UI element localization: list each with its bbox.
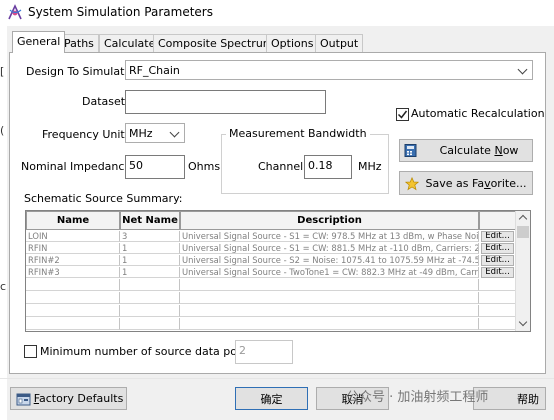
- edit-button[interactable]: Edit...: [481, 243, 514, 254]
- save-as-favorite-label: Save as Favorite...: [425, 176, 527, 190]
- edit-button[interactable]: Edit...: [481, 231, 514, 242]
- freq-units-value: MHz: [129, 127, 153, 140]
- column-header-net-name[interactable]: Net Name: [120, 211, 180, 230]
- design-select[interactable]: RF_Chain: [125, 60, 533, 80]
- window-title: System Simulation Parameters: [28, 5, 213, 19]
- impedance-label: Nominal Impedance:: [21, 160, 135, 173]
- cell-name: RFIN#2: [26, 255, 120, 266]
- dialog-window: System Simulation Parameters [ ( c Gener…: [0, 0, 554, 420]
- edge-glyph: (: [0, 124, 5, 137]
- tab-output[interactable]: Output: [315, 34, 364, 52]
- empty-cell: [180, 279, 479, 291]
- empty-cell: [120, 305, 180, 317]
- empty-cell: [120, 292, 180, 304]
- tab-calculate[interactable]: Calculate: [99, 34, 161, 52]
- empty-cell: [120, 279, 180, 291]
- empty-cell: [479, 292, 516, 304]
- empty-cell: [26, 318, 120, 330]
- channel-label: Channel:: [258, 160, 307, 173]
- save-as-favorite-button[interactable]: Save as Favorite...: [399, 171, 533, 195]
- min-points-input[interactable]: 2: [235, 340, 293, 364]
- table-row[interactable]: RFIN 1 Universal Signal Source - S1 = CW…: [26, 243, 514, 254]
- calculate-now-button[interactable]: Calculate Now: [399, 139, 533, 162]
- empty-table-row: [26, 292, 516, 304]
- table-row[interactable]: LOIN 3 Universal Signal Source - S1 = CW…: [26, 231, 514, 242]
- empty-cell: [479, 279, 516, 291]
- freq-units-select[interactable]: MHz: [125, 123, 185, 143]
- scrollbar-thumb[interactable]: [517, 226, 529, 238]
- empty-cell: [479, 318, 516, 330]
- table-header: Name Net Name Description: [26, 211, 516, 230]
- column-header-name[interactable]: Name: [26, 211, 120, 230]
- empty-cell: [180, 318, 479, 330]
- dataset-input[interactable]: [125, 90, 326, 114]
- cell-net-name: 1: [120, 267, 180, 278]
- empty-cell: [180, 292, 479, 304]
- table-row[interactable]: RFIN#2 1 Universal Signal Source - S2 = …: [26, 255, 514, 266]
- cell-net-name: 3: [120, 231, 180, 242]
- tab-general[interactable]: General: [12, 31, 66, 53]
- empty-cell: [26, 292, 120, 304]
- factory-defaults-button[interactable]: Factory Defaults: [10, 387, 127, 410]
- table-vertical-scrollbar[interactable]: [515, 211, 530, 331]
- source-summary-label: Schematic Source Summary:: [24, 192, 183, 205]
- dataset-label: Dataset:: [82, 95, 129, 108]
- source-summary-table: Name Net Name Description LOIN 3 Univers…: [25, 210, 531, 332]
- channel-input[interactable]: 0.18: [304, 155, 352, 179]
- tab-composite-spectrum[interactable]: Composite Spectrum: [153, 34, 279, 52]
- tab-options[interactable]: Options: [266, 34, 319, 52]
- empty-cell: [479, 305, 516, 317]
- footer-divider: [0, 378, 554, 379]
- cell-name: RFIN#3: [26, 267, 120, 278]
- design-label: Design To Simulate:: [26, 65, 135, 78]
- watermark-text: 公众号 · 加油射频工程师: [346, 390, 489, 405]
- cell-description: Universal Signal Source - S2 = Noise: 10…: [180, 255, 479, 266]
- ok-button[interactable]: 确定: [235, 387, 308, 410]
- freq-units-label: Frequency Units:: [42, 128, 135, 141]
- cell-name: RFIN: [26, 243, 120, 254]
- measurement-bandwidth-title: Measurement Bandwidth: [226, 127, 370, 140]
- cell-description: Universal Signal Source - S1 = CW: 881.5…: [180, 243, 479, 254]
- cell-description: Universal Signal Source - TwoTone1 = CW:…: [180, 267, 479, 278]
- calculator-icon: [404, 144, 417, 157]
- chevron-down-icon: [169, 127, 180, 138]
- column-header-description[interactable]: Description: [180, 211, 479, 230]
- edit-button[interactable]: Edit...: [481, 267, 514, 278]
- empty-table-row: [26, 305, 516, 317]
- factory-icon: [16, 393, 31, 406]
- impedance-unit: Ohms: [188, 160, 221, 173]
- app-logo-icon: [8, 4, 22, 20]
- cell-name: LOIN: [26, 231, 120, 242]
- empty-cell: [26, 279, 120, 291]
- background-window-edge: [ ( c: [0, 26, 7, 420]
- calculate-now-label: Calculate Now: [439, 144, 519, 157]
- cell-net-name: 1: [120, 243, 180, 254]
- table-row[interactable]: RFIN#3 1 Universal Signal Source - TwoTo…: [26, 267, 514, 278]
- empty-cell: [26, 305, 120, 317]
- chevron-up-icon[interactable]: [518, 214, 528, 224]
- empty-table-row: [26, 318, 516, 330]
- column-header-edit: [479, 211, 516, 230]
- star-icon: [405, 177, 419, 191]
- cell-description: Universal Signal Source - S1 = CW: 978.5…: [180, 231, 479, 242]
- min-points-label: Minimum number of source data points: [40, 345, 258, 358]
- channel-unit: MHz: [358, 160, 382, 173]
- edge-glyph: [: [0, 65, 5, 78]
- edit-button[interactable]: Edit...: [481, 255, 514, 266]
- auto-recalc-checkbox[interactable]: [396, 108, 409, 121]
- chevron-down-icon[interactable]: [518, 317, 528, 327]
- min-points-checkbox[interactable]: [24, 345, 37, 358]
- title-bar: System Simulation Parameters: [0, 0, 554, 26]
- impedance-input[interactable]: 50: [125, 155, 185, 179]
- chevron-down-icon: [517, 64, 528, 75]
- empty-cell: [120, 318, 180, 330]
- cell-net-name: 1: [120, 255, 180, 266]
- design-value: RF_Chain: [129, 64, 180, 77]
- checkmark-icon: [397, 110, 408, 119]
- empty-table-row: [26, 279, 516, 291]
- edge-glyph: c: [0, 280, 7, 293]
- empty-cell: [180, 305, 479, 317]
- auto-recalc-label: Automatic Recalculation: [411, 107, 545, 120]
